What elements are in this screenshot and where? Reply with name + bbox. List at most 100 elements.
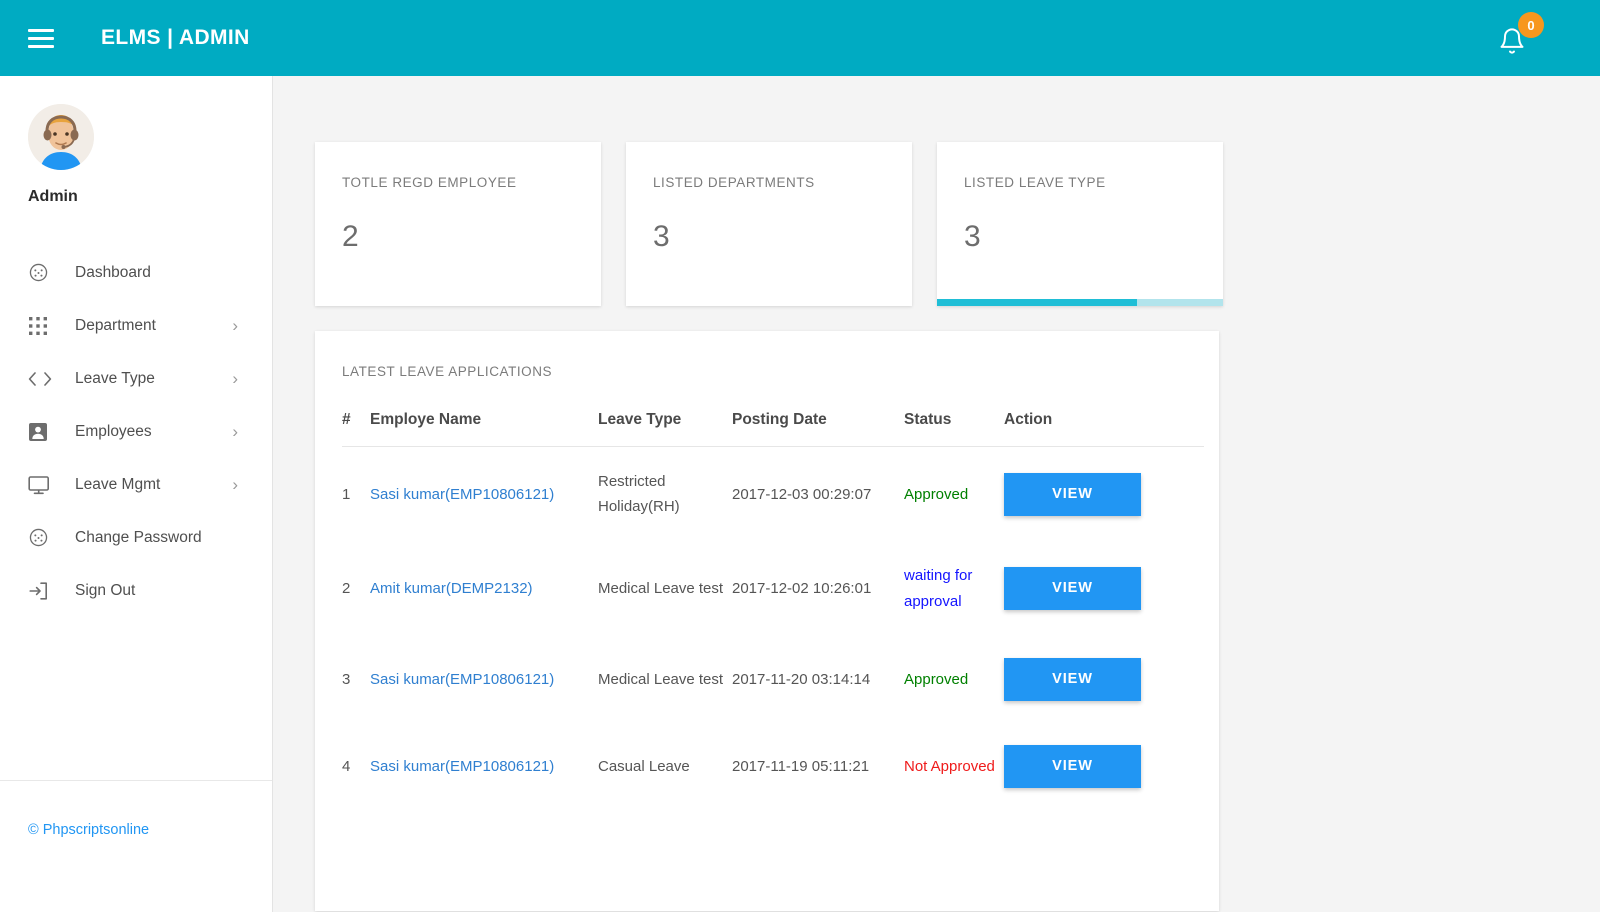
employee-link[interactable]: Sasi kumar(EMP10806121) — [370, 486, 554, 503]
sidebar-item-dashboard[interactable]: Dashboard — [0, 246, 272, 299]
sidebar-item-label: Department — [75, 316, 156, 334]
status-badge: waiting for approval — [904, 567, 973, 610]
employee-link[interactable]: Amit kumar(DEMP2132) — [370, 580, 533, 597]
hamburger-bar — [28, 36, 54, 40]
row-leave-type: Restricted Holiday(RH) — [598, 473, 680, 516]
table-row: 3 Sasi kumar(EMP10806121) Medical Leave te… — [342, 636, 1204, 723]
sidebar: Admin Dashboard Department › Leave Type … — [0, 76, 273, 912]
row-number: 1 — [342, 485, 351, 503]
code-brackets-icon — [28, 370, 58, 388]
row-action-cell: VIEW — [1004, 447, 1204, 542]
chevron-right-icon: › — [232, 422, 238, 441]
column-header-status: Status — [904, 411, 1004, 447]
view-button[interactable]: VIEW — [1004, 657, 1141, 701]
dashboard-icon — [28, 527, 58, 548]
progress-bar-track — [937, 299, 1223, 306]
table-body: 1 Sasi kumar(EMP10806121) Restricted Holid… — [342, 447, 1204, 810]
sidebar-item-label: Change Password — [75, 528, 202, 546]
sidebar-item-department[interactable]: Department › — [0, 299, 272, 352]
row-posting-date: 2017-11-19 05:11:21 — [732, 757, 870, 775]
main-content: TOTLE REGD EMPLOYEE 2 LISTED DEPARTMENTS… — [273, 76, 1600, 912]
row-action-cell: VIEW — [1004, 636, 1204, 723]
user-badge-icon — [28, 422, 58, 442]
status-badge: Approved — [904, 485, 969, 503]
sidebar-item-employees[interactable]: Employees › — [0, 405, 272, 458]
profile-block: Admin — [0, 76, 272, 206]
chevron-right-icon: › — [232, 369, 238, 388]
row-leave-type: Medical Leave test — [598, 579, 724, 597]
column-header-employee: Employe Name — [370, 411, 598, 447]
sign-out-icon — [28, 581, 58, 601]
stat-cards-row: TOTLE REGD EMPLOYEE 2 LISTED DEPARTMENTS… — [315, 142, 1223, 306]
sidebar-item-leave-type[interactable]: Leave Type › — [0, 352, 272, 405]
row-posting-date: 2017-11-20 03:14:14 — [732, 670, 871, 688]
row-action-cell: VIEW — [1004, 723, 1204, 810]
row-action-cell: VIEW — [1004, 541, 1204, 635]
row-employee-cell: Sasi kumar(EMP10806121) — [370, 723, 598, 810]
sidebar-item-label: Dashboard — [75, 263, 151, 281]
sidebar-footer: © Phpscriptsonline — [0, 780, 272, 839]
row-leave-type: Medical Leave test — [598, 670, 724, 688]
top-bar: ELMS | ADMIN 0 — [0, 0, 1600, 76]
row-posting-date: 2017-12-03 00:29:07 — [732, 485, 872, 503]
table-row: 2 Amit kumar(DEMP2132) Medical Leave test 2… — [342, 541, 1204, 635]
table-row: 1 Sasi kumar(EMP10806121) Restricted Holid… — [342, 447, 1204, 542]
sidebar-item-label: Sign Out — [75, 581, 136, 599]
view-button[interactable]: VIEW — [1004, 567, 1141, 611]
monitor-icon — [28, 475, 58, 495]
hamburger-menu-icon[interactable] — [28, 28, 54, 48]
stat-card-listed-leave-type[interactable]: LISTED LEAVE TYPE 3 — [937, 142, 1223, 306]
column-header-postdate: Posting Date — [732, 411, 904, 447]
chevron-right-icon: › — [232, 475, 238, 494]
admin-avatar-headset-icon — [28, 104, 94, 170]
view-button[interactable]: VIEW — [1004, 744, 1141, 788]
progress-bar-fill — [937, 299, 1138, 306]
row-employee-cell: Sasi kumar(EMP10806121) — [370, 636, 598, 723]
table-header-row: # Employe Name Leave Type Posting Date S… — [342, 411, 1204, 447]
stat-card-title: TOTLE REGD EMPLOYEE — [342, 175, 517, 190]
sidebar-item-change-password[interactable]: Change Password — [0, 511, 272, 564]
column-header-leavetype: Leave Type — [598, 411, 732, 447]
status-badge: Not Approved — [904, 757, 995, 775]
notification-count-badge: 0 — [1518, 12, 1544, 38]
sidebar-item-sign-out[interactable]: Sign Out — [0, 564, 272, 617]
table-title: LATEST LEAVE APPLICATIONS — [342, 364, 553, 379]
table-head: # Employe Name Leave Type Posting Date S… — [342, 411, 1204, 447]
sidebar-item-label: Leave Mgmt — [75, 475, 161, 493]
dashboard-icon — [28, 262, 58, 283]
chevron-right-icon: › — [232, 316, 238, 335]
employee-link[interactable]: Sasi kumar(EMP10806121) — [370, 671, 554, 688]
row-number: 3 — [342, 670, 351, 688]
copyright-link[interactable]: © Phpscriptsonline — [28, 822, 149, 838]
sidebar-item-leave-mgmt[interactable]: Leave Mgmt › — [0, 458, 272, 511]
view-button[interactable]: VIEW — [1004, 472, 1141, 516]
notifications-button[interactable]: 0 — [1490, 12, 1546, 64]
row-posting-date: 2017-12-02 10:26:01 — [732, 579, 872, 597]
stat-card-total-regd-employee[interactable]: TOTLE REGD EMPLOYEE 2 — [315, 142, 601, 306]
stat-card-value: 2 — [342, 220, 359, 253]
stat-card-value: 3 — [964, 220, 981, 253]
row-employee-cell: Amit kumar(DEMP2132) — [370, 541, 598, 635]
row-number: 4 — [342, 757, 351, 775]
row-number: 2 — [342, 579, 351, 597]
stat-card-listed-departments[interactable]: LISTED DEPARTMENTS 3 — [626, 142, 912, 306]
hamburger-bar — [28, 44, 54, 48]
latest-leave-applications-card: LATEST LEAVE APPLICATIONS # Employe Name… — [315, 331, 1219, 911]
hamburger-bar — [28, 28, 54, 32]
employee-link[interactable]: Sasi kumar(EMP10806121) — [370, 758, 554, 775]
stat-card-title: LISTED LEAVE TYPE — [964, 175, 1106, 190]
sidebar-item-label: Leave Type — [75, 369, 155, 387]
leave-applications-table: # Employe Name Leave Type Posting Date S… — [342, 411, 1204, 810]
app-title: ELMS | ADMIN — [101, 26, 250, 49]
row-employee-cell: Sasi kumar(EMP10806121) — [370, 447, 598, 542]
column-header-action: Action — [1004, 411, 1204, 447]
status-badge: Approved — [904, 670, 969, 688]
column-header-number: # — [342, 411, 370, 447]
stat-card-title: LISTED DEPARTMENTS — [653, 175, 815, 190]
profile-name: Admin — [28, 188, 78, 205]
sidebar-item-label: Employees — [75, 422, 152, 440]
row-leave-type: Casual Leave — [598, 757, 690, 775]
avatar — [28, 104, 94, 170]
table-row: 4 Sasi kumar(EMP10806121) Casual Leave 2017… — [342, 723, 1204, 810]
grid-apps-icon — [28, 316, 58, 336]
